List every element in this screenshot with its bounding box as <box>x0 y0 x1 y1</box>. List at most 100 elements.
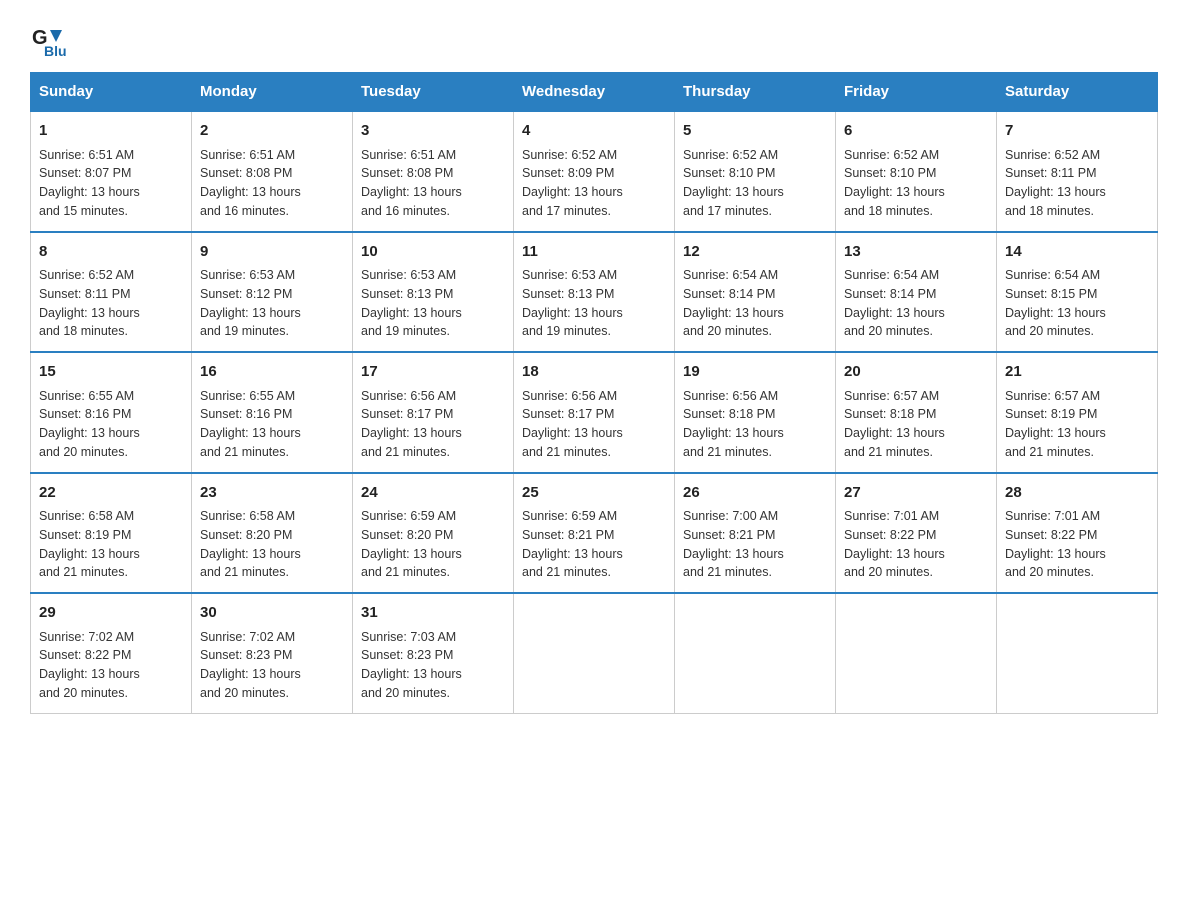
day-info: Sunrise: 6:53 AMSunset: 8:12 PMDaylight:… <box>200 268 301 338</box>
day-number: 8 <box>39 241 183 264</box>
calendar-day-cell: 12 Sunrise: 6:54 AMSunset: 8:14 PMDayligh… <box>675 232 836 353</box>
day-number: 17 <box>361 361 505 384</box>
day-info: Sunrise: 6:56 AMSunset: 8:17 PMDaylight:… <box>361 389 462 459</box>
day-info: Sunrise: 6:59 AMSunset: 8:20 PMDaylight:… <box>361 509 462 579</box>
day-info: Sunrise: 6:51 AMSunset: 8:08 PMDaylight:… <box>200 148 301 218</box>
day-info: Sunrise: 6:52 AMSunset: 8:09 PMDaylight:… <box>522 148 623 218</box>
calendar-day-cell: 28 Sunrise: 7:01 AMSunset: 8:22 PMDayligh… <box>997 473 1158 594</box>
calendar-day-cell: 5Sunrise: 6:52 AMSunset: 8:10 PMDaylight… <box>675 111 836 232</box>
day-number: 24 <box>361 482 505 505</box>
day-number: 11 <box>522 241 666 264</box>
day-info: Sunrise: 6:56 AMSunset: 8:18 PMDaylight:… <box>683 389 784 459</box>
day-number: 22 <box>39 482 183 505</box>
calendar-week-row: 22 Sunrise: 6:58 AMSunset: 8:19 PMDayligh… <box>31 473 1158 594</box>
day-number: 18 <box>522 361 666 384</box>
day-number: 31 <box>361 602 505 625</box>
calendar-day-cell: 21 Sunrise: 6:57 AMSunset: 8:19 PMDayligh… <box>997 352 1158 473</box>
day-info: Sunrise: 6:53 AMSunset: 8:13 PMDaylight:… <box>361 268 462 338</box>
calendar-week-row: 29 Sunrise: 7:02 AMSunset: 8:22 PMDayligh… <box>31 593 1158 713</box>
day-info: Sunrise: 7:02 AMSunset: 8:23 PMDaylight:… <box>200 630 301 700</box>
calendar-day-cell: 2 Sunrise: 6:51 AMSunset: 8:08 PMDaylight… <box>192 111 353 232</box>
calendar-week-row: 15 Sunrise: 6:55 AMSunset: 8:16 PMDayligh… <box>31 352 1158 473</box>
day-number: 7 <box>1005 120 1149 143</box>
header-monday: Monday <box>192 73 353 112</box>
day-info: Sunrise: 6:56 AMSunset: 8:17 PMDaylight:… <box>522 389 623 459</box>
day-info: Sunrise: 6:58 AMSunset: 8:19 PMDaylight:… <box>39 509 140 579</box>
logo: G Blue <box>30 20 78 56</box>
calendar-day-cell: 22 Sunrise: 6:58 AMSunset: 8:19 PMDayligh… <box>31 473 192 594</box>
calendar-day-cell: 27 Sunrise: 7:01 AMSunset: 8:22 PMDayligh… <box>836 473 997 594</box>
header-sunday: Sunday <box>31 73 192 112</box>
day-info: Sunrise: 7:01 AMSunset: 8:22 PMDaylight:… <box>844 509 945 579</box>
calendar-day-cell: 16Sunrise: 6:55 AMSunset: 8:16 PMDayligh… <box>192 352 353 473</box>
logo-icon: G Blue <box>30 20 66 56</box>
day-info: Sunrise: 6:59 AMSunset: 8:21 PMDaylight:… <box>522 509 623 579</box>
calendar-day-cell: 6Sunrise: 6:52 AMSunset: 8:10 PMDaylight… <box>836 111 997 232</box>
calendar-day-cell: 7 Sunrise: 6:52 AMSunset: 8:11 PMDaylight… <box>997 111 1158 232</box>
day-number: 10 <box>361 241 505 264</box>
day-number: 15 <box>39 361 183 384</box>
day-number: 29 <box>39 602 183 625</box>
calendar-day-cell: 17 Sunrise: 6:56 AMSunset: 8:17 PMDayligh… <box>353 352 514 473</box>
calendar-day-cell: 15 Sunrise: 6:55 AMSunset: 8:16 PMDayligh… <box>31 352 192 473</box>
calendar-day-cell: 8 Sunrise: 6:52 AMSunset: 8:11 PMDaylight… <box>31 232 192 353</box>
day-number: 27 <box>844 482 988 505</box>
day-number: 30 <box>200 602 344 625</box>
header-saturday: Saturday <box>997 73 1158 112</box>
day-info: Sunrise: 6:57 AMSunset: 8:19 PMDaylight:… <box>1005 389 1106 459</box>
day-info: Sunrise: 6:53 AMSunset: 8:13 PMDaylight:… <box>522 268 623 338</box>
day-info: Sunrise: 6:54 AMSunset: 8:15 PMDaylight:… <box>1005 268 1106 338</box>
day-info: Sunrise: 6:52 AMSunset: 8:11 PMDaylight:… <box>39 268 140 338</box>
day-info: Sunrise: 6:58 AMSunset: 8:20 PMDaylight:… <box>200 509 301 579</box>
calendar-day-cell: 4 Sunrise: 6:52 AMSunset: 8:09 PMDaylight… <box>514 111 675 232</box>
calendar-day-cell: 30 Sunrise: 7:02 AMSunset: 8:23 PMDayligh… <box>192 593 353 713</box>
calendar-day-cell: 26 Sunrise: 7:00 AMSunset: 8:21 PMDayligh… <box>675 473 836 594</box>
day-info: Sunrise: 7:00 AMSunset: 8:21 PMDaylight:… <box>683 509 784 579</box>
calendar-day-cell: 13 Sunrise: 6:54 AMSunset: 8:14 PMDayligh… <box>836 232 997 353</box>
calendar-day-cell: 19 Sunrise: 6:56 AMSunset: 8:18 PMDayligh… <box>675 352 836 473</box>
day-number: 28 <box>1005 482 1149 505</box>
day-info: Sunrise: 6:52 AMSunset: 8:11 PMDaylight:… <box>1005 148 1106 218</box>
calendar-week-row: 1Sunrise: 6:51 AMSunset: 8:07 PMDaylight… <box>31 111 1158 232</box>
empty-cell <box>675 593 836 713</box>
calendar-day-cell: 9 Sunrise: 6:53 AMSunset: 8:12 PMDaylight… <box>192 232 353 353</box>
day-number: 4 <box>522 120 666 143</box>
day-info: Sunrise: 6:54 AMSunset: 8:14 PMDaylight:… <box>844 268 945 338</box>
calendar-header-row: SundayMondayTuesdayWednesdayThursdayFrid… <box>31 73 1158 112</box>
day-info: Sunrise: 6:52 AMSunset: 8:10 PMDaylight:… <box>844 148 945 218</box>
header-friday: Friday <box>836 73 997 112</box>
empty-cell <box>514 593 675 713</box>
day-number: 23 <box>200 482 344 505</box>
calendar-day-cell: 14 Sunrise: 6:54 AMSunset: 8:15 PMDayligh… <box>997 232 1158 353</box>
page-header: G Blue <box>30 20 1158 56</box>
svg-text:Blue: Blue <box>44 43 66 56</box>
day-number: 26 <box>683 482 827 505</box>
day-number: 19 <box>683 361 827 384</box>
day-info: Sunrise: 7:02 AMSunset: 8:22 PMDaylight:… <box>39 630 140 700</box>
calendar-week-row: 8 Sunrise: 6:52 AMSunset: 8:11 PMDaylight… <box>31 232 1158 353</box>
day-info: Sunrise: 6:51 AMSunset: 8:08 PMDaylight:… <box>361 148 462 218</box>
day-info: Sunrise: 6:51 AMSunset: 8:07 PMDaylight:… <box>39 148 140 218</box>
calendar-day-cell: 20 Sunrise: 6:57 AMSunset: 8:18 PMDayligh… <box>836 352 997 473</box>
day-number: 13 <box>844 241 988 264</box>
header-thursday: Thursday <box>675 73 836 112</box>
day-info: Sunrise: 6:54 AMSunset: 8:14 PMDaylight:… <box>683 268 784 338</box>
day-info: Sunrise: 7:01 AMSunset: 8:22 PMDaylight:… <box>1005 509 1106 579</box>
day-info: Sunrise: 6:57 AMSunset: 8:18 PMDaylight:… <box>844 389 945 459</box>
calendar-day-cell: 1Sunrise: 6:51 AMSunset: 8:07 PMDaylight… <box>31 111 192 232</box>
empty-cell <box>997 593 1158 713</box>
day-number: 25 <box>522 482 666 505</box>
calendar-day-cell: 25 Sunrise: 6:59 AMSunset: 8:21 PMDayligh… <box>514 473 675 594</box>
day-number: 3 <box>361 120 505 143</box>
day-number: 2 <box>200 120 344 143</box>
day-number: 12 <box>683 241 827 264</box>
day-info: Sunrise: 6:55 AMSunset: 8:16 PMDaylight:… <box>39 389 140 459</box>
calendar-day-cell: 24 Sunrise: 6:59 AMSunset: 8:20 PMDayligh… <box>353 473 514 594</box>
calendar-day-cell: 31Sunrise: 7:03 AMSunset: 8:23 PMDayligh… <box>353 593 514 713</box>
calendar-table: SundayMondayTuesdayWednesdayThursdayFrid… <box>30 72 1158 714</box>
calendar-day-cell: 18 Sunrise: 6:56 AMSunset: 8:17 PMDayligh… <box>514 352 675 473</box>
day-number: 21 <box>1005 361 1149 384</box>
day-number: 20 <box>844 361 988 384</box>
day-number: 14 <box>1005 241 1149 264</box>
day-number: 9 <box>200 241 344 264</box>
